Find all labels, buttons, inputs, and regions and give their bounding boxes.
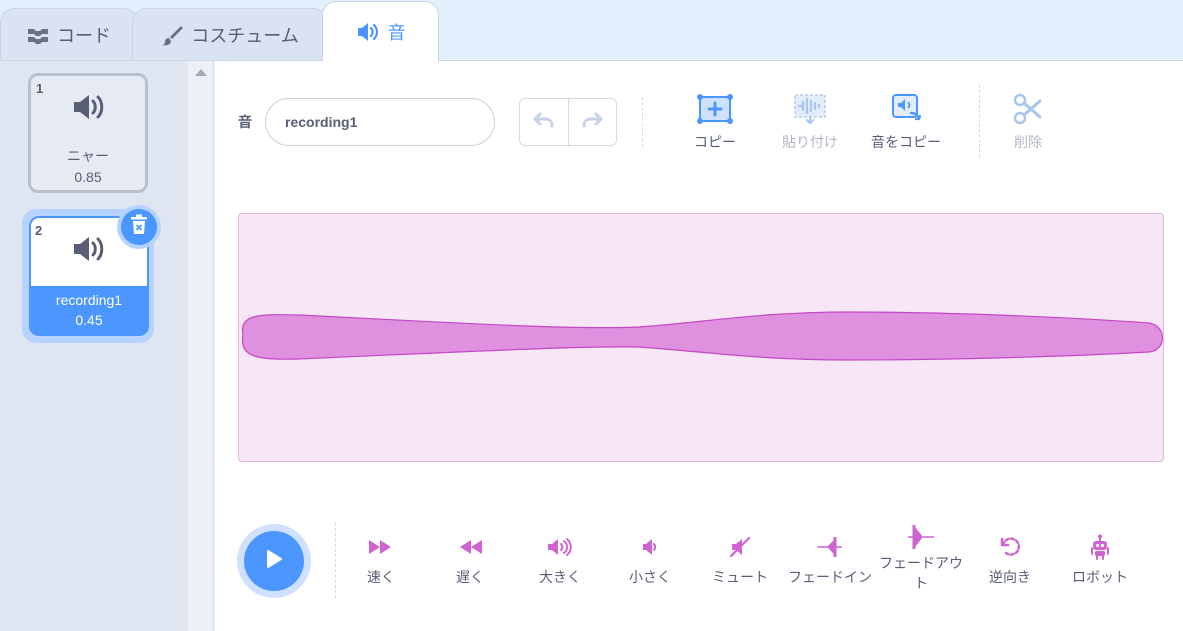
effect-label: フェードイン (788, 569, 872, 585)
redo-icon (580, 111, 604, 134)
copy-button[interactable]: コピー (670, 92, 760, 152)
toolbar-divider (979, 85, 980, 157)
effect-faster-button[interactable]: 速く (336, 533, 426, 587)
scissors-icon (1012, 93, 1044, 128)
tab-costume[interactable]: コスチューム (132, 8, 328, 61)
copy-icon (696, 93, 734, 128)
effect-label: 遅く (456, 569, 484, 585)
sound-name: recording1 (55, 292, 123, 308)
copy-to-new-button[interactable]: 音をコピー (861, 92, 951, 152)
speaker-icon (71, 92, 107, 125)
slower-icon (457, 539, 483, 558)
effect-label: 大きく (539, 569, 581, 585)
effect-label: フェードアウト (879, 555, 963, 591)
paste-button[interactable]: 貼り付け (765, 92, 855, 152)
paste-label: 貼り付け (782, 134, 838, 150)
tab-code[interactable]: コード (0, 8, 138, 61)
sound-name-input[interactable] (265, 98, 495, 146)
effect-label: ロボット (1072, 569, 1128, 585)
waveform (241, 311, 1164, 361)
sound-name: ニャー (67, 148, 109, 164)
undo-button[interactable] (520, 99, 569, 145)
speaker-icon (356, 21, 380, 43)
speaker-icon (71, 234, 107, 267)
sound-name-label: 音 (238, 114, 252, 130)
tab-sound[interactable]: 音 (322, 1, 439, 62)
faster-icon (368, 539, 394, 558)
effect-louder-button[interactable]: 大きく (515, 533, 605, 587)
effect-label: ミュート (712, 569, 768, 585)
sound-index: 1 (36, 81, 44, 96)
copy-to-new-icon (887, 93, 925, 128)
scrollbar[interactable] (188, 60, 214, 631)
copy-label: コピー (694, 134, 736, 150)
trash-icon (129, 214, 149, 241)
code-icon (27, 26, 49, 44)
effect-fade-in-button[interactable]: フェードイン (785, 533, 875, 587)
louder-icon (546, 537, 574, 560)
tab-code-label: コード (57, 26, 111, 46)
sound-item[interactable]: 1 ニャー 0.85 (28, 73, 148, 193)
effect-label: 速く (367, 569, 395, 585)
redo-button[interactable] (569, 99, 617, 145)
effect-robot-button[interactable]: ロボット (1055, 533, 1145, 587)
robot-icon (1089, 534, 1111, 563)
sound-index: 2 (35, 223, 43, 238)
fade-out-icon (906, 523, 936, 554)
effect-label: 小さく (629, 569, 671, 585)
effect-mute-button[interactable]: ミュート (695, 533, 785, 587)
delete-label: 削除 (1014, 134, 1042, 150)
tab-sound-label: 音 (387, 23, 406, 43)
sound-duration: 0.45 (75, 312, 103, 328)
delete-selection-button[interactable]: 削除 (983, 92, 1073, 152)
copy-to-new-label: 音をコピー (871, 134, 941, 150)
fade-in-icon (815, 535, 845, 562)
play-button[interactable] (237, 524, 311, 598)
tab-costume-label: コスチューム (191, 26, 299, 46)
scroll-up-arrow-icon[interactable] (195, 69, 207, 76)
softer-icon (640, 538, 660, 559)
paste-icon (791, 93, 829, 128)
play-icon (264, 548, 284, 575)
mute-icon (729, 536, 751, 561)
reverse-icon (998, 535, 1022, 562)
toolbar-divider (642, 97, 643, 147)
delete-sound-button[interactable] (117, 205, 161, 249)
paintbrush-icon (161, 24, 184, 46)
effect-slower-button[interactable]: 遅く (425, 533, 515, 587)
effect-label: 逆向き (989, 569, 1031, 585)
effect-reverse-button[interactable]: 逆向き (965, 533, 1055, 587)
waveform-panel[interactable] (238, 213, 1164, 462)
effect-fade-out-button[interactable]: フェードアウト (876, 523, 966, 593)
undo-redo-group (519, 98, 617, 146)
undo-icon (532, 111, 556, 134)
effect-softer-button[interactable]: 小さく (605, 533, 695, 587)
sound-duration: 0.85 (74, 169, 102, 185)
